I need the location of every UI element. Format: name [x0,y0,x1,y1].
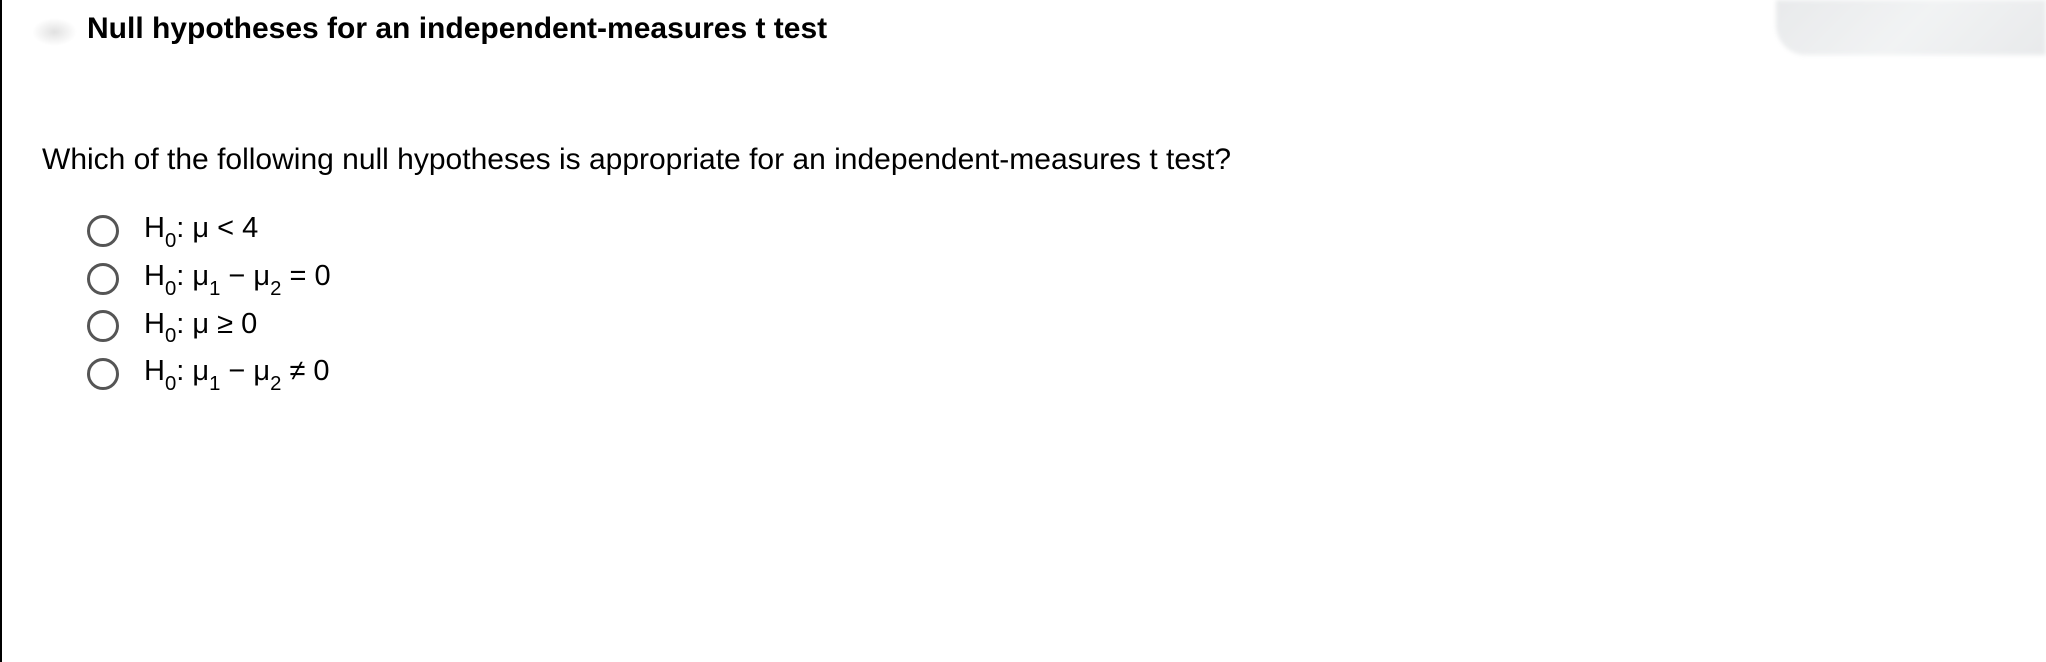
option-label: H0: μ ≥ 0 [144,308,257,346]
decorative-blur [32,18,77,46]
page-title: Null hypotheses for an independent-measu… [87,12,827,45]
radio-icon[interactable] [87,263,119,295]
option-row[interactable]: H0: μ1 − μ2 = 0 [87,260,2046,298]
question-text: Which of the following null hypotheses i… [2,58,2046,177]
option-label: H0: μ < 4 [144,212,258,250]
radio-icon[interactable] [87,310,119,342]
options-list: H0: μ < 4 H0: μ1 − μ2 = 0 H0: μ ≥ 0 H0: … [2,177,2046,393]
radio-icon[interactable] [87,215,119,247]
radio-icon[interactable] [87,358,119,390]
option-row[interactable]: H0: μ < 4 [87,212,2046,250]
option-label: H0: μ1 − μ2 = 0 [144,260,331,298]
option-label: H0: μ1 − μ2 ≠ 0 [144,355,330,393]
option-row[interactable]: H0: μ1 − μ2 ≠ 0 [87,355,2046,393]
option-row[interactable]: H0: μ ≥ 0 [87,308,2046,346]
